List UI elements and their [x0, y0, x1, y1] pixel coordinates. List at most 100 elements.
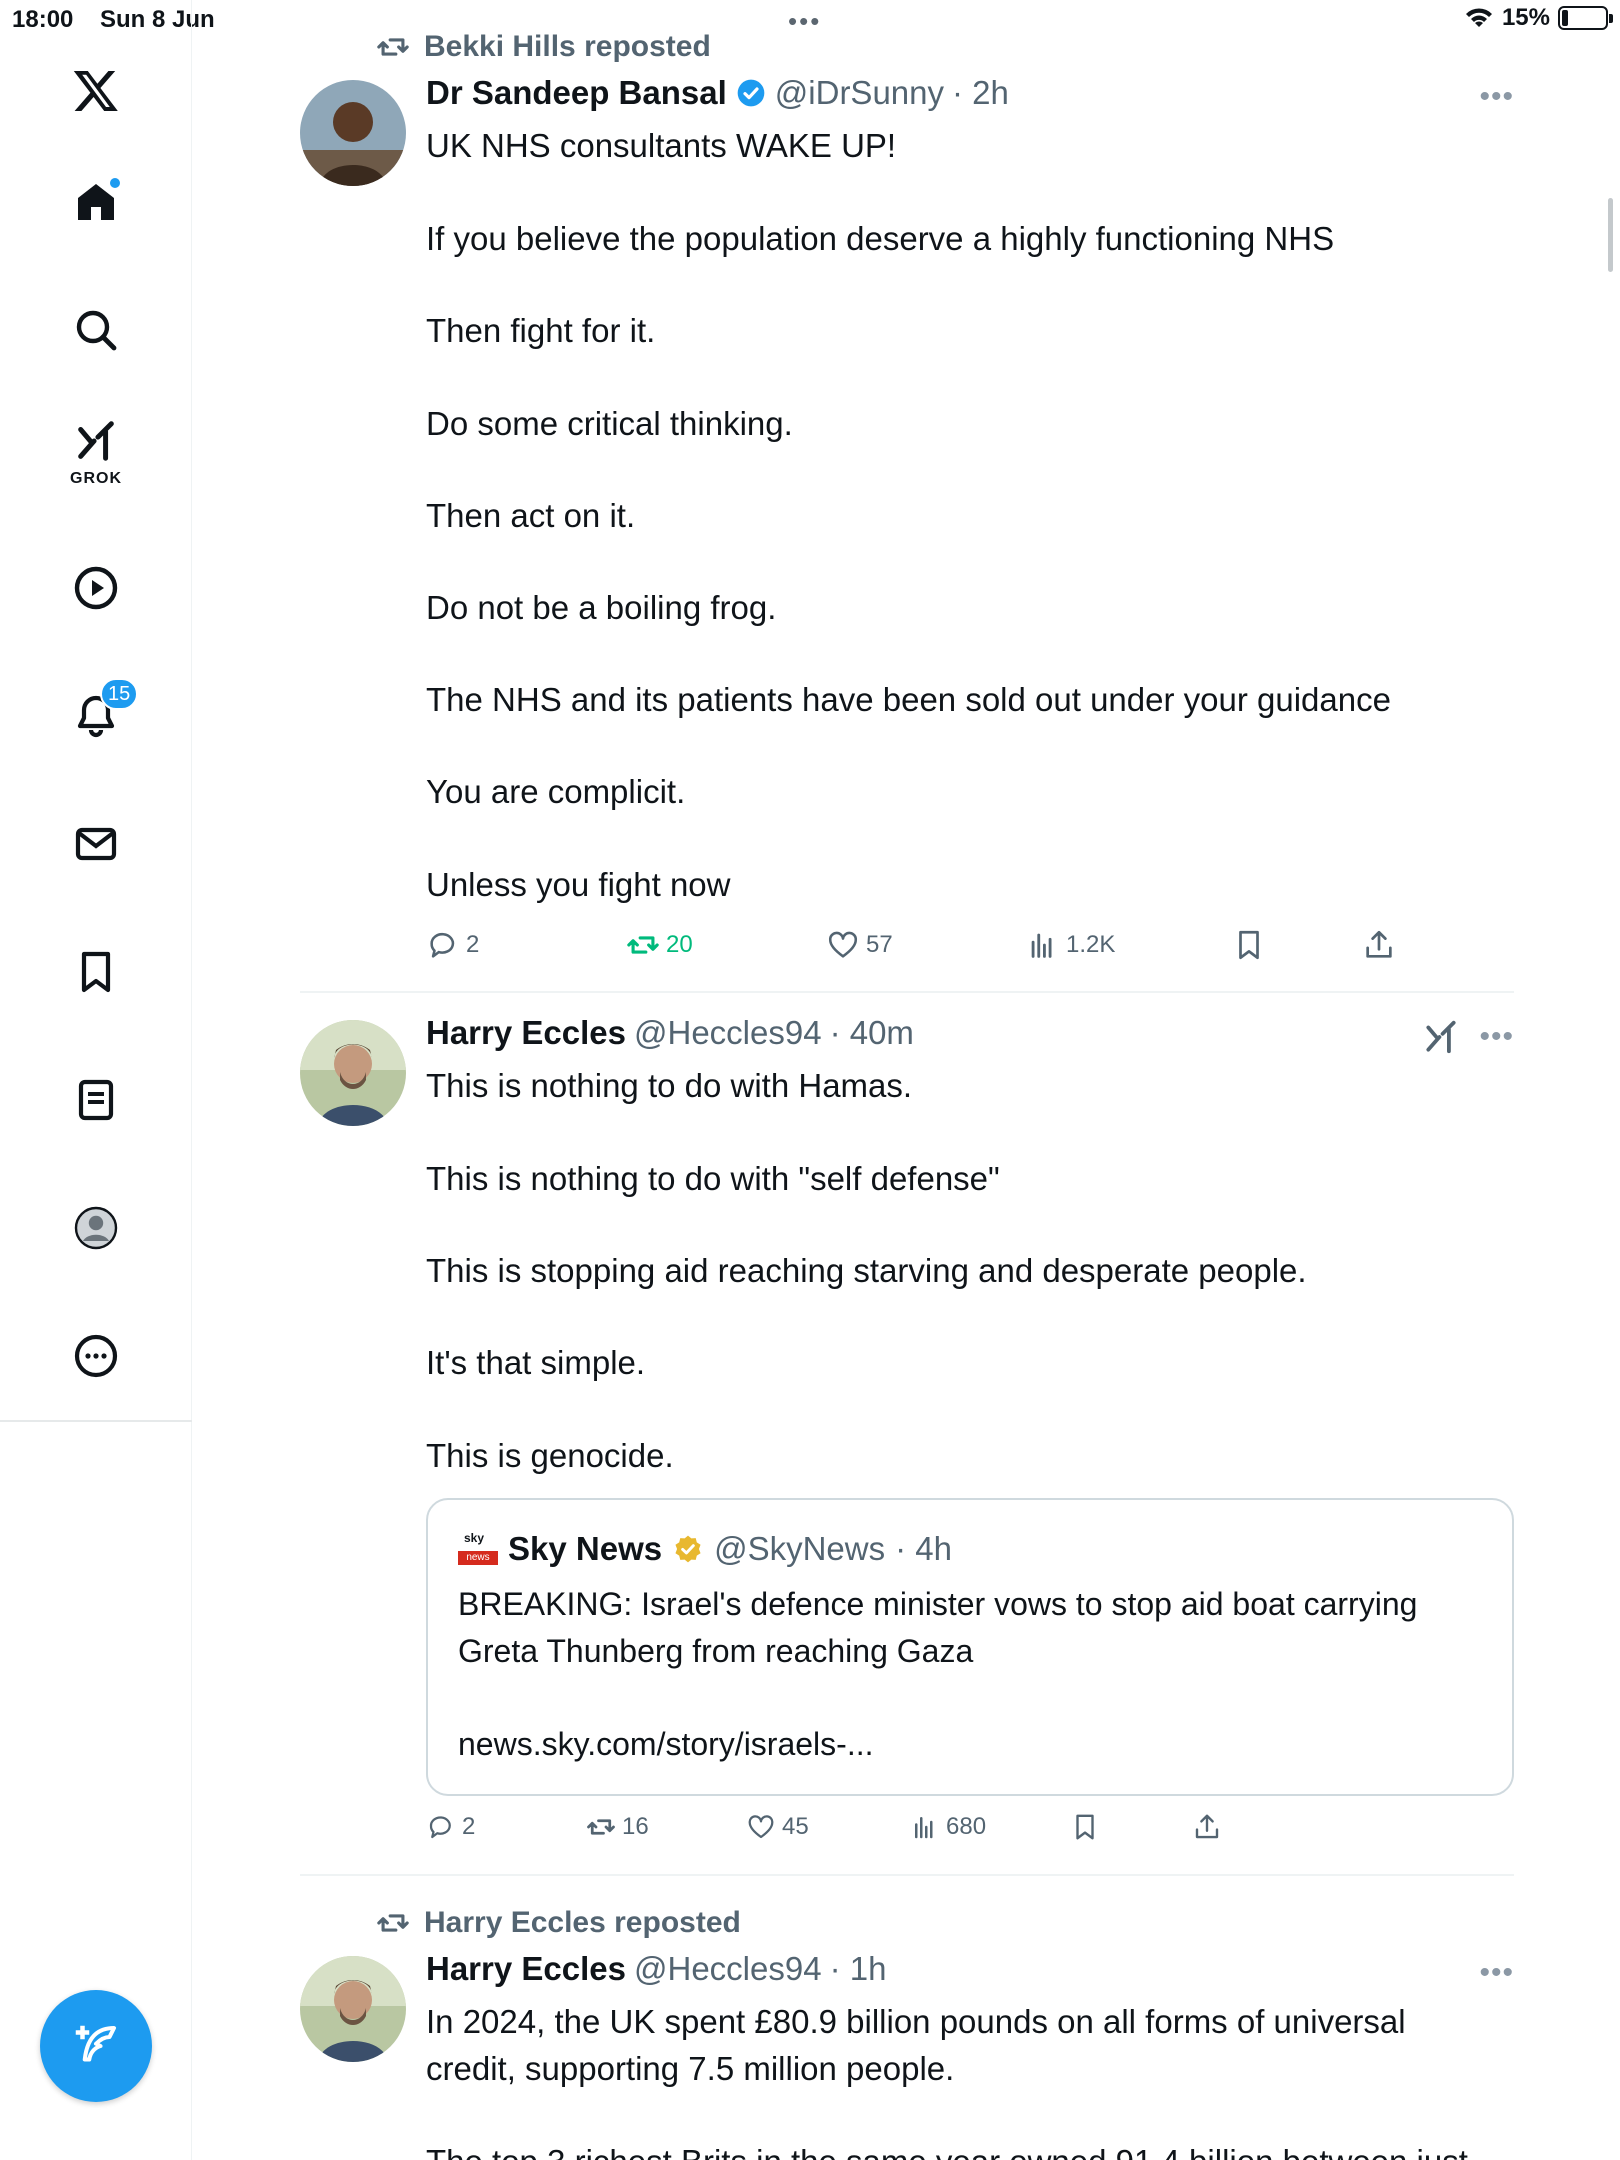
views-count: 1.2K: [1066, 931, 1116, 958]
more-options-icon[interactable]: [56, 1316, 136, 1396]
sky-news-avatar[interactable]: sky news: [458, 1531, 498, 1567]
post-separator: [300, 991, 1514, 993]
post-text-line: This is genocide.: [426, 1437, 674, 1474]
post-actions: 2 20 57 1.2K: [426, 928, 1406, 968]
post-more-button[interactable]: •••: [1479, 80, 1514, 114]
share-button[interactable]: [1362, 928, 1396, 962]
repost-icon: [587, 1819, 615, 1835]
post-harry-eccles[interactable]: Harry Eccles @Heccles94 · 40m ••• This i…: [300, 1014, 1514, 1864]
post-header: Harry Eccles @Heccles94 · 1h: [426, 1950, 886, 1988]
post-text-line: If you believe the population deserve a …: [426, 220, 1335, 257]
verified-badge-icon[interactable]: [735, 77, 767, 109]
author-name[interactable]: Dr Sandeep Bansal: [426, 74, 727, 112]
post-text-line: It's that simple.: [426, 1344, 646, 1381]
notifications-badge: 15: [100, 678, 139, 710]
bookmark-button[interactable]: [1232, 928, 1266, 962]
post-text-line: Do not be a boiling frog.: [426, 589, 777, 626]
post-text-line: You are complicit.: [426, 773, 686, 810]
quote-link[interactable]: news.sky.com/story/israels-...: [458, 1724, 873, 1764]
repost-count: 20: [666, 931, 693, 958]
compose-post-button[interactable]: [40, 1990, 152, 2102]
grok-icon[interactable]: GROK: [56, 412, 136, 492]
reply-icon: [430, 932, 455, 958]
battery-icon: [1558, 6, 1613, 30]
quote-header: sky news Sky News @SkyNews · 4h: [458, 1530, 952, 1568]
post-text-line: UK NHS consultants WAKE UP!: [426, 127, 897, 164]
post-time[interactable]: · 40m: [830, 1014, 914, 1052]
post-harry-eccles-repost[interactable]: Harry Eccles reposted Harry Eccles @Hecc…: [300, 1906, 1514, 2160]
like-button[interactable]: 57: [826, 928, 893, 962]
post-header: Dr Sandeep Bansal @iDrSunny · 2h: [426, 74, 1009, 112]
grok-explain-icon[interactable]: [1422, 1018, 1460, 1056]
author-name[interactable]: Harry Eccles: [426, 1014, 626, 1052]
quote-text-line: BREAKING: Israel's defence minister vows…: [458, 1586, 1418, 1622]
grok-label: GROK: [70, 470, 122, 487]
share-button[interactable]: [1192, 1812, 1222, 1842]
reply-count: 2: [462, 1813, 476, 1840]
author-handle[interactable]: @iDrSunny: [775, 74, 944, 112]
post-time[interactable]: · 1h: [830, 1950, 887, 1988]
video-icon[interactable]: [56, 548, 136, 628]
avatar-harry[interactable]: [300, 1020, 406, 1126]
post-text-line: Then act on it.: [426, 497, 636, 534]
repost-icon: [627, 936, 659, 954]
post-text-line: In 2024, the UK spent £80.9 billion poun…: [426, 2003, 1406, 2040]
post-text-line: The NHS and its patients have been sold …: [426, 681, 1391, 718]
post-text-line: Unless you fight now: [426, 866, 731, 903]
repost-button[interactable]: 20: [626, 928, 693, 962]
quoted-post-card[interactable]: sky news Sky News @SkyNews · 4h BREAKING…: [426, 1498, 1514, 1796]
repost-button[interactable]: 16: [586, 1812, 649, 1842]
post-sandeep-bansal[interactable]: Bekki Hills reposted Dr Sandeep Bansal @…: [300, 30, 1514, 990]
bookmark-icon: [1239, 930, 1259, 960]
home-new-dot: [108, 176, 122, 190]
quote-text-line: Greta Thunberg from reaching Gaza: [458, 1633, 974, 1669]
share-icon: [1195, 1814, 1219, 1839]
repost-icon: [377, 38, 409, 56]
x-logo-icon[interactable]: [56, 50, 136, 130]
post-text-line: This is nothing to do with Hamas.: [426, 1067, 913, 1104]
quote-author-handle[interactable]: @SkyNews: [714, 1530, 885, 1568]
quote-author-name[interactable]: Sky News: [508, 1530, 662, 1568]
heart-icon: [748, 1815, 774, 1839]
like-button[interactable]: 45: [746, 1812, 809, 1842]
heart-icon: [828, 931, 858, 958]
post-text-line: This is stopping aid reaching starving a…: [426, 1252, 1307, 1289]
post-time[interactable]: · 2h: [952, 74, 1009, 112]
share-icon: [1366, 930, 1392, 958]
reply-button[interactable]: 2: [426, 928, 479, 962]
post-more-button[interactable]: •••: [1479, 1956, 1514, 1990]
repost-count: 16: [622, 1813, 649, 1840]
scroll-indicator[interactable]: [1608, 198, 1613, 272]
repost-label[interactable]: Harry Eccles reposted: [424, 1906, 741, 1940]
views-button[interactable]: 680: [910, 1812, 986, 1842]
sidebar-divider: [0, 1420, 192, 1422]
avatar-harry[interactable]: [300, 1956, 406, 2062]
reply-button[interactable]: 2: [426, 1812, 475, 1842]
author-handle[interactable]: @Heccles94: [634, 1014, 822, 1052]
views-count: 680: [946, 1813, 987, 1840]
views-chart-icon: [915, 1817, 933, 1839]
gold-verified-badge-icon[interactable]: [672, 1533, 704, 1565]
notifications-bell-icon[interactable]: 15: [56, 676, 139, 756]
post-text-line: Do some critical thinking.: [426, 405, 793, 442]
post-text-line: The top 3 richest Brits in the same year…: [426, 2142, 1468, 2160]
bookmarks-icon[interactable]: [56, 932, 136, 1012]
home-icon[interactable]: [56, 162, 136, 242]
bookmark-button[interactable]: [1070, 1812, 1100, 1842]
author-name[interactable]: Harry Eccles: [426, 1950, 626, 1988]
avatar-sandeep[interactable]: [300, 80, 406, 186]
wifi-icon: [1465, 8, 1492, 27]
profile-avatar-icon[interactable]: [56, 1188, 136, 1268]
post-more-button[interactable]: •••: [1479, 1020, 1514, 1054]
repost-label[interactable]: Bekki Hills reposted: [424, 30, 711, 64]
search-icon[interactable]: [56, 290, 136, 370]
reply-count: 2: [466, 931, 480, 958]
post-separator: [300, 1874, 1514, 1876]
reply-icon: [429, 1816, 451, 1839]
views-button[interactable]: 1.2K: [1026, 928, 1115, 962]
lists-icon[interactable]: [56, 1060, 136, 1140]
repost-indicator: Harry Eccles reposted: [376, 1906, 741, 1940]
messages-envelope-icon[interactable]: [56, 804, 136, 884]
author-handle[interactable]: @Heccles94: [634, 1950, 822, 1988]
sidebar: GROK 15: [0, 0, 192, 2160]
